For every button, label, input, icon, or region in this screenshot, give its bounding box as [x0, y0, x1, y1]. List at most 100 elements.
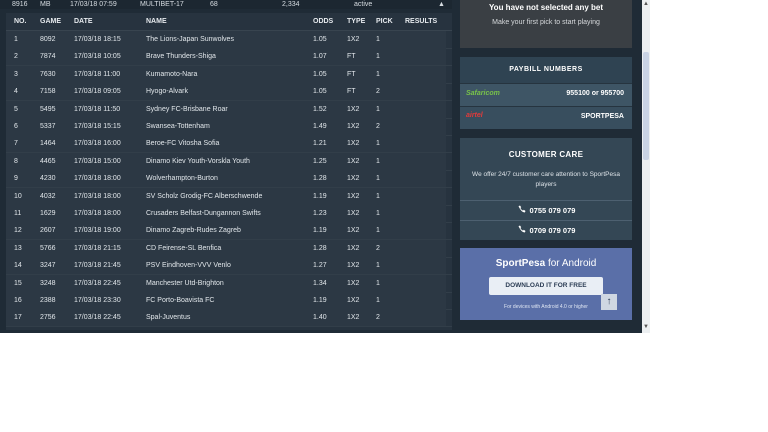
betslip-title: You have not selected any bet	[488, 3, 604, 12]
cell-type: 1X2	[347, 210, 360, 217]
cell-pick: 1	[376, 105, 380, 113]
cell-no: 14	[14, 262, 22, 270]
cell-name: Kumamoto-Nara	[146, 70, 198, 78]
cell-no: 4	[14, 88, 18, 96]
phone-number-1[interactable]: 0755 079 079	[460, 200, 632, 221]
cell-game: 5766	[40, 244, 56, 252]
row-background	[6, 135, 446, 153]
cell-date: 17/03/18 15:15	[74, 123, 121, 130]
cell-no: 2	[14, 53, 18, 61]
cell-type: FT	[347, 70, 356, 78]
table-row: 14 3247 17/03/18 21:45 PSV Eindhoven-VVV Ve…	[6, 257, 452, 276]
cell-date: 17/03/18 21:45	[74, 262, 121, 270]
cell-date: 17/03/18 09:05	[74, 88, 121, 96]
cell-pick: 1	[376, 227, 380, 235]
bet-summary-row[interactable]: 8916 MB 17/03/18 07:59 MULTIBET-17 68 2,…	[0, 0, 452, 9]
table-row: 13 5766 17/03/18 21:15 CD Feirense-SL Benfi…	[6, 239, 452, 258]
cell-odds: 1.05	[313, 36, 327, 43]
cell-no: 5	[14, 105, 18, 113]
cell-date: 17/03/18 18:00	[74, 175, 121, 183]
android-brand: SportPesa	[495, 258, 546, 269]
airtel-paybill: SPORTPESA	[580, 113, 624, 120]
cell-odds: 1.19	[313, 227, 327, 235]
bet-name: MULTIBET-17	[140, 1, 184, 8]
cell-game: 7630	[40, 70, 56, 78]
cell-game: 1629	[40, 210, 56, 217]
cell-date: 17/03/18 18:00	[74, 210, 121, 217]
cell-no: 9	[14, 175, 18, 183]
cell-name: Spal-Juventus	[146, 314, 191, 322]
cell-game: 3248	[40, 279, 56, 287]
cell-type: 1X2	[347, 227, 360, 235]
row-background	[6, 48, 446, 66]
phone-number-2[interactable]: 0709 079 079	[460, 220, 632, 241]
cell-pick: 1	[376, 140, 380, 148]
cell-game: 5337	[40, 123, 56, 130]
table-row: 10 4032 17/03/18 18:00 SV Scholz Grodig-FC …	[6, 187, 452, 206]
android-suffix: for Android	[547, 258, 597, 269]
row-background	[6, 170, 446, 188]
scroll-to-top-button[interactable]: ↑	[601, 294, 617, 310]
cell-type: 1X2	[347, 157, 360, 165]
scroll-down-icon[interactable]: ▼	[642, 323, 650, 332]
cell-game: 7158	[40, 88, 56, 96]
cell-game: 2756	[40, 314, 56, 322]
paybill-panel: PAYBILL NUMBERS Safaricom 955100 or 9557…	[460, 57, 632, 129]
cell-no: 6	[14, 123, 18, 130]
cell-date: 17/03/18 22:45	[74, 314, 121, 322]
cell-odds: 1.07	[313, 53, 327, 61]
table-row: 11 1629 17/03/18 18:00 Crusaders Belfast-Du…	[6, 205, 452, 223]
cell-game: 4465	[40, 157, 56, 165]
cell-name: Dinamo Kiev Youth-Vorskla Youth	[146, 157, 250, 165]
cell-no: 11	[14, 210, 22, 217]
cell-odds: 1.52	[313, 105, 327, 113]
table-row: 5 5495 17/03/18 11:50 Sydney FC-Brisbane Ro…	[6, 100, 452, 119]
header-date: DATE	[74, 18, 93, 25]
cell-pick: 1	[376, 297, 380, 304]
table-row: 7 1464 17/03/18 16:00 Beroe-FC Vitosha Sofi…	[6, 135, 452, 154]
cell-pick: 1	[376, 192, 380, 200]
bet-stake: 68	[210, 1, 218, 8]
cell-name: Crusaders Belfast-Dungannon Swifts	[146, 210, 261, 217]
cell-game: 2388	[40, 297, 56, 304]
scrollbar-thumb[interactable]	[643, 52, 649, 160]
cell-name: Manchester Utd-Brighton	[146, 279, 224, 287]
table-row: 2 7874 17/03/18 10:05 Brave Thunders-Shiga 1…	[6, 48, 452, 67]
row-background	[6, 65, 446, 83]
download-app-button[interactable]: DOWNLOAD IT FOR FREE	[489, 277, 603, 295]
table-row: 9 4230 17/03/18 18:00 Wolverhampton-Burton 1…	[6, 170, 452, 189]
table-row: 6 5337 17/03/18 15:15 Swansea-Tottenham 1.49…	[6, 118, 452, 136]
header-game: GAME	[40, 18, 61, 25]
header-results: RESULTS	[405, 18, 438, 25]
row-background	[6, 239, 446, 257]
safaricom-logo: Safaricom	[466, 90, 500, 97]
cell-pick: 1	[376, 262, 380, 270]
cell-pick: 1	[376, 53, 380, 61]
header-no: NO.	[14, 18, 27, 25]
cell-type: 1X2	[347, 36, 360, 43]
table-row: 8 4465 17/03/18 15:00 Dinamo Kiev Youth-Vor…	[6, 152, 452, 171]
cell-game: 3247	[40, 262, 56, 270]
page-scrollbar[interactable]: ▲ ▼	[642, 0, 650, 333]
cell-game: 4230	[40, 175, 56, 183]
android-app-banner: SportPesa for Android DOWNLOAD IT FOR FR…	[460, 248, 632, 320]
cell-odds: 1.27	[313, 262, 327, 270]
airtel-logo: airtel	[466, 112, 483, 119]
cell-name: PSV Eindhoven-VVV Venlo	[146, 262, 231, 270]
cell-no: 13	[14, 244, 22, 252]
customer-care-title: CUSTOMER CARE	[508, 150, 584, 159]
bet-status: active	[354, 1, 373, 8]
row-background	[6, 292, 446, 309]
cell-no: 15	[14, 279, 22, 287]
betslip-subtitle: Make your first pick to start playing	[492, 19, 600, 26]
scroll-up-icon[interactable]: ▲	[642, 0, 650, 8]
header-odds: ODDS	[313, 18, 334, 25]
cell-name: Swansea-Tottenham	[146, 123, 210, 130]
cell-date: 17/03/18 16:00	[74, 140, 121, 148]
collapse-caret-icon[interactable]: ▲	[438, 0, 445, 9]
table-row: 12 2607 17/03/18 19:00 Dinamo Zagreb-Rudes …	[6, 222, 452, 241]
safaricom-paybill: 955100 or 955700	[566, 90, 624, 97]
cell-odds: 1.05	[313, 88, 327, 96]
cell-odds: 1.23	[313, 210, 327, 217]
paybill-title: PAYBILL NUMBERS	[460, 57, 632, 83]
